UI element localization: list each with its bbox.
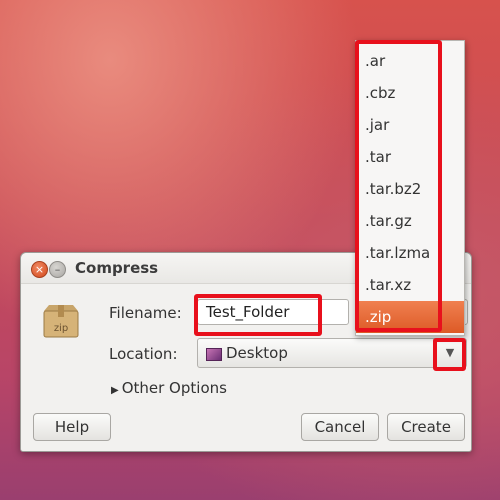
menu-item-tar-gz[interactable]: .tar.gz bbox=[356, 205, 464, 237]
filename-label: Filename: bbox=[109, 304, 182, 322]
cancel-button[interactable]: Cancel bbox=[301, 413, 379, 441]
menu-item-tar-bz2[interactable]: .tar.bz2 bbox=[356, 173, 464, 205]
disclosure-triangle-icon: ▶ bbox=[111, 385, 119, 396]
extension-dropdown-menu: .ar .cbz .jar .tar .tar.bz2 .tar.gz .tar… bbox=[355, 40, 465, 336]
menu-item-ar[interactable]: .ar bbox=[356, 45, 464, 77]
location-label: Location: bbox=[109, 345, 178, 363]
other-options-label: Other Options bbox=[121, 379, 227, 397]
zip-icon-label: zip bbox=[54, 323, 68, 334]
location-value: Desktop bbox=[226, 344, 288, 362]
menu-item-tar-lzma[interactable]: .tar.lzma bbox=[356, 237, 464, 269]
create-button[interactable]: Create bbox=[387, 413, 465, 441]
help-button[interactable]: Help bbox=[33, 413, 111, 441]
desktop-folder-icon bbox=[206, 348, 222, 361]
menu-item-cbz[interactable]: .cbz bbox=[356, 77, 464, 109]
menu-item-zip[interactable]: .zip bbox=[356, 301, 464, 333]
close-icon[interactable]: × bbox=[31, 261, 48, 278]
menu-item-tar-xz[interactable]: .tar.xz bbox=[356, 269, 464, 301]
chevron-down-icon[interactable]: ▼ bbox=[433, 339, 466, 367]
menu-item-tar[interactable]: .tar bbox=[356, 141, 464, 173]
minimize-icon[interactable]: – bbox=[49, 261, 66, 278]
location-select[interactable]: Desktop ▼ bbox=[197, 338, 467, 368]
filename-input[interactable]: Test_Folder bbox=[197, 299, 349, 325]
menu-item-jar[interactable]: .jar bbox=[356, 109, 464, 141]
dialog-title: Compress bbox=[75, 259, 159, 277]
other-options-expander[interactable]: ▶ Other Options bbox=[111, 379, 227, 397]
zip-archive-icon: zip bbox=[43, 305, 79, 338]
